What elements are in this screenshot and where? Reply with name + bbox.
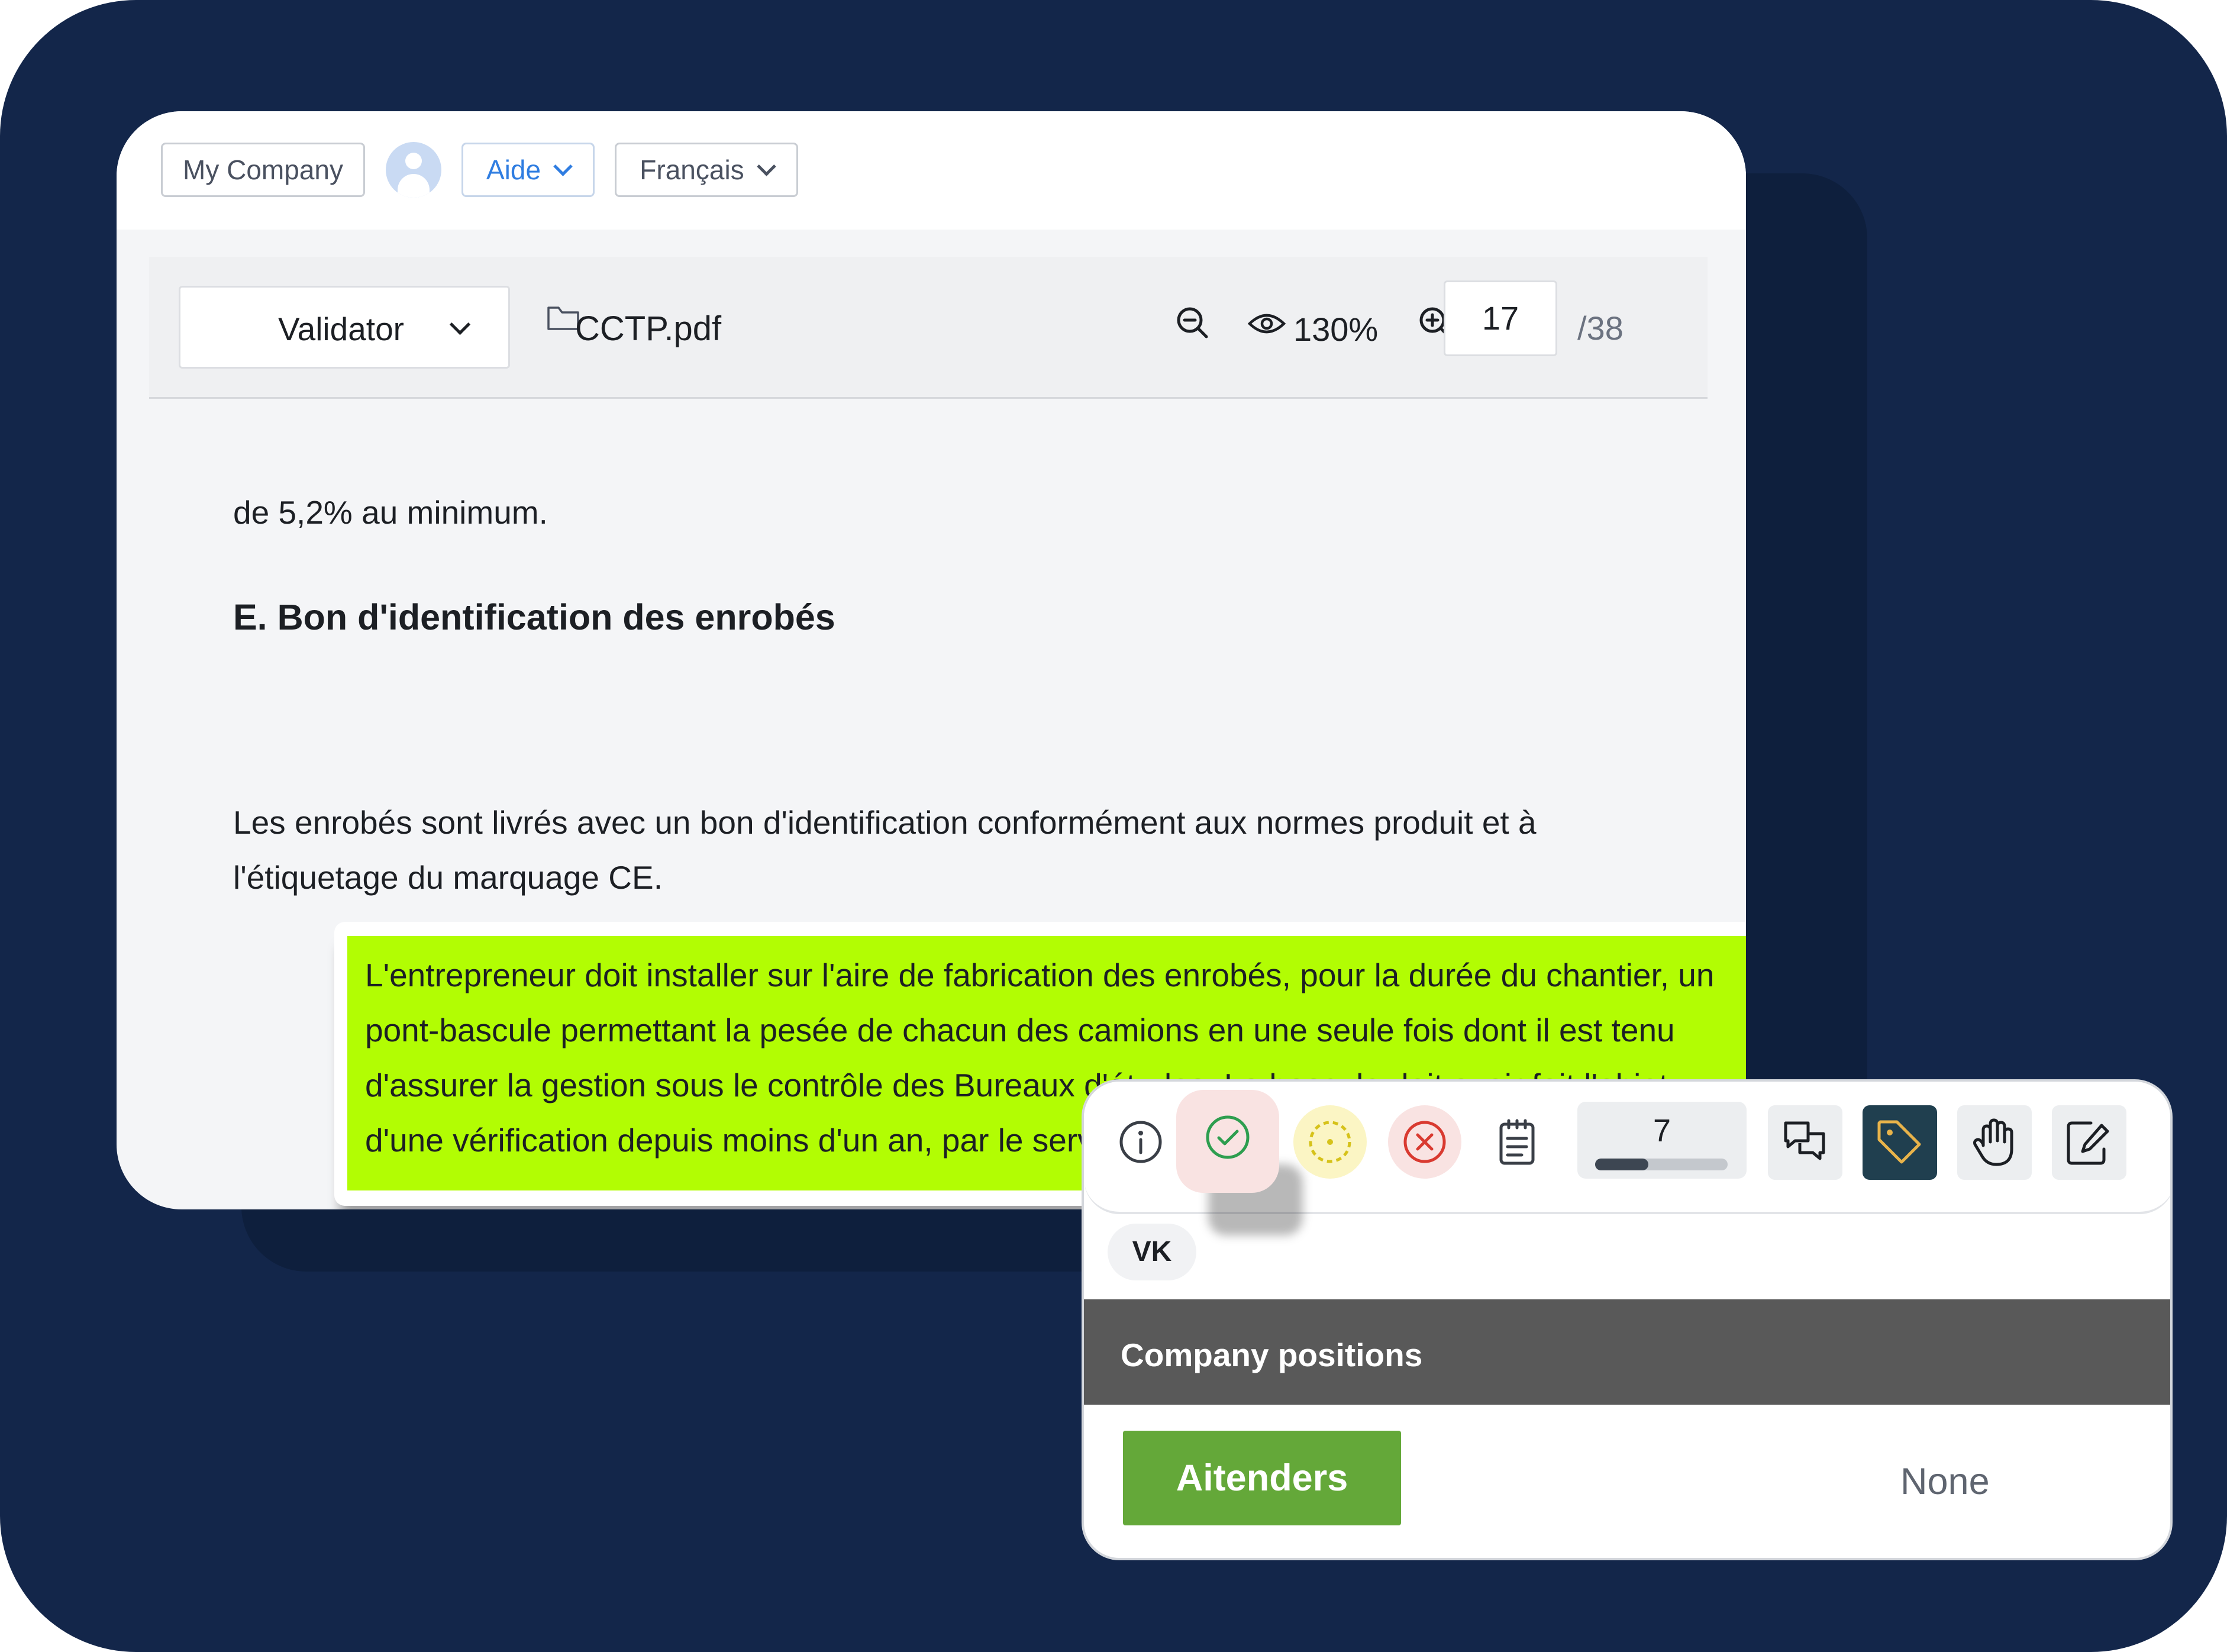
language-label: Français [640,154,744,185]
language-dropdown[interactable]: Français [615,143,798,197]
section-heading: E. Bon d'identification des enrobés [233,597,835,637]
counter-progress-fill [1595,1159,1648,1170]
chevron-down-icon [756,156,776,176]
hand-icon [1973,1118,2013,1166]
app-window: My Company Aide Français Validator CCTP.… [117,111,1746,1209]
eye-icon [1248,314,1286,334]
counter-value: 7 [1653,1113,1671,1148]
chevron-down-icon [449,314,471,335]
position-value[interactable]: None [1900,1460,1990,1503]
avatar-head [405,153,422,169]
document-text-line: de 5,2% au minimum. [233,494,548,531]
company-badge[interactable]: Aitenders [1123,1431,1401,1525]
zoom-out-icon[interactable] [1174,305,1210,340]
chat-icon [1784,1121,1825,1160]
page-number-input[interactable]: 17 [1444,280,1557,356]
section-header: Company positions [1084,1299,2170,1405]
page-total: /38 [1577,309,1624,347]
check-circle-icon [1206,1115,1250,1159]
clipboard-icon[interactable] [1498,1118,1536,1166]
chevron-down-icon [553,156,573,176]
edit-icon [2067,1121,2109,1165]
top-bar: My Company Aide Français [117,111,1746,230]
close-circle-icon[interactable] [1387,1104,1463,1180]
file-name: CCTP.pdf [575,309,722,348]
hand-tool-button[interactable] [1957,1105,2032,1180]
help-dropdown[interactable]: Aide [461,143,595,197]
user-initials-badge[interactable]: VK [1108,1224,1196,1280]
zoom-level: 130% [1293,311,1379,348]
info-icon[interactable] [1118,1119,1163,1164]
edit-button[interactable] [2052,1105,2126,1180]
section-title: Company positions [1121,1337,1423,1373]
pending-circle-icon[interactable] [1292,1104,1368,1180]
tag-button[interactable] [1863,1105,1937,1180]
company-label: My Company [183,154,343,185]
company-selector[interactable]: My Company [161,143,365,197]
mode-dropdown[interactable]: Validator [179,286,510,369]
counter-progress-track [1595,1159,1728,1170]
annotation-panel: 7 VK Company positions Aitenders None [1082,1079,2173,1560]
action-icon-row: 7 [1084,1082,2170,1235]
comments-button[interactable] [1768,1105,1842,1180]
tag-icon [1877,1120,1921,1164]
avatar-body [398,174,430,198]
document-toolbar: Validator CCTP.pdf 130% 17 /38 [149,257,1708,399]
mode-label: Validator [278,311,404,347]
document-paragraph: Les enrobés sont livrés avec un bon d'id… [233,804,1537,896]
progress-counter: 7 [1577,1102,1747,1179]
help-label: Aide [486,154,541,185]
avatar[interactable] [386,142,441,198]
approve-button[interactable] [1176,1090,1279,1193]
